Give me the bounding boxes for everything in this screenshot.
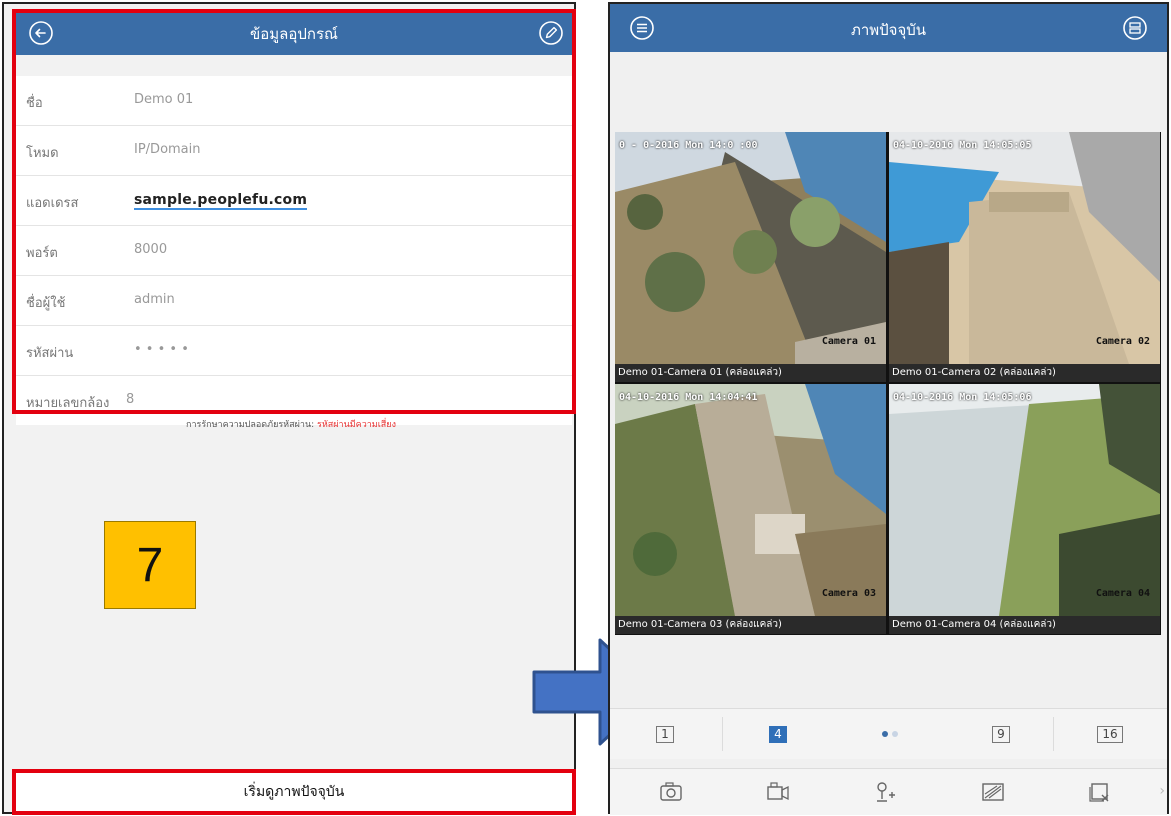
split-screen-bar: 1 4 9 16 — [610, 708, 1167, 759]
camera-overlay-label: Camera 02 — [1095, 336, 1150, 347]
chevron-right-icon[interactable]: › — [1159, 783, 1165, 799]
field-label: หมายเลขกล้อง — [26, 396, 110, 411]
camera-tile[interactable]: 04-10-2016 Mon 14:05:06 Camera 04 Demo 0… — [889, 384, 1160, 634]
camera-grid: 0 - 0-2016 Mon 14:0 :00 Camera 01 Demo 0… — [615, 132, 1161, 635]
password-strength-level: รหัสผ่านมีความเสี่ยง — [317, 420, 396, 430]
page-indicator — [835, 709, 945, 759]
camera-tile[interactable]: 04-10-2016 Mon 14:04:41 Camera 03 Demo 0… — [615, 384, 886, 634]
close-all-icon[interactable] — [1087, 779, 1113, 805]
start-live-view-button[interactable]: เริ่มดูภาพปัจจุบัน — [16, 773, 572, 811]
capture-icon[interactable] — [658, 779, 684, 805]
camera-overlay-label: Camera 03 — [821, 588, 876, 599]
password-strength-hint: การรักษาความปลอดภัยรหัสผ่าน: รหัสผ่านมีค… — [4, 417, 578, 431]
camera-feed-image — [615, 384, 886, 616]
address-field[interactable]: แอดเดรส sample.peoplefu.com — [16, 176, 572, 226]
field-value[interactable]: admin — [134, 292, 175, 307]
live-view-toolbar: › — [610, 768, 1167, 815]
camera-timestamp: 04-10-2016 Mon 14:05:06 — [893, 392, 1032, 403]
header-bar: ข้อมูลอุปกรณ์ — [16, 13, 572, 55]
address-value[interactable]: sample.peoplefu.com — [134, 192, 308, 210]
camera-tile[interactable]: 04-10-2016 Mon 14:05:05 Camera 02 Demo 0… — [889, 132, 1160, 382]
device-list-icon[interactable] — [1122, 15, 1148, 41]
live-view-screen: ภาพปัจจุบัน 0 - 0-2016 Mon 14:0 :00 Came… — [608, 2, 1169, 815]
password-hint-text: การรักษาความปลอดภัยรหัสผ่าน: — [186, 420, 315, 430]
field-value[interactable]: 8 — [126, 392, 134, 407]
split-9-button[interactable]: 9 — [946, 709, 1056, 759]
field-value[interactable]: • • • • • — [134, 342, 189, 357]
field-label: รหัสผ่าน — [26, 346, 74, 361]
camera-overlay-label: Camera 04 — [1095, 588, 1150, 599]
field-label: ชื่อ — [26, 96, 43, 111]
camera-caption: Demo 01-Camera 01 (คล่องแคล่ว) — [615, 364, 886, 382]
field-value[interactable]: 8000 — [134, 242, 167, 257]
camera-feed-image — [889, 132, 1160, 364]
split-label: 9 — [992, 725, 1010, 743]
name-field[interactable]: ชื่อ Demo 01 — [16, 76, 572, 126]
split-4-button[interactable]: 4 — [723, 709, 833, 759]
camera-timestamp: 04-10-2016 Mon 14:04:41 — [619, 392, 758, 403]
camera-timestamp: 04-10-2016 Mon 14:05:05 — [893, 140, 1032, 151]
image-quality-icon[interactable] — [980, 779, 1006, 805]
page-title: ภาพปัจจุบัน — [850, 21, 927, 39]
field-value[interactable]: IP/Domain — [134, 142, 201, 157]
camera-caption: Demo 01-Camera 04 (คล่องแคล่ว) — [889, 616, 1160, 634]
split-label: 16 — [1097, 725, 1123, 743]
split-label: 1 — [656, 725, 674, 743]
page-dot — [892, 731, 898, 737]
field-label: พอร์ต — [26, 246, 58, 261]
header-bar: ภาพปัจจุบัน — [610, 4, 1167, 52]
camera-overlay-label: Camera 01 — [821, 336, 876, 347]
field-value[interactable]: Demo 01 — [134, 92, 193, 107]
record-icon[interactable] — [765, 779, 791, 805]
port-field[interactable]: พอร์ต 8000 — [16, 226, 572, 276]
password-field[interactable]: รหัสผ่าน • • • • • — [16, 326, 572, 376]
camera-caption: Demo 01-Camera 02 (คล่องแคล่ว) — [889, 364, 1160, 382]
ptz-icon[interactable] — [872, 779, 898, 805]
field-value[interactable]: sample.peoplefu.com — [134, 192, 308, 210]
username-field[interactable]: ชื่อผู้ใช้ admin — [16, 276, 572, 326]
camera-timestamp: 0 - 0-2016 Mon 14:0 :00 — [619, 140, 758, 151]
split-1-button[interactable]: 1 — [610, 709, 720, 759]
field-label: แอดเดรส — [26, 196, 79, 211]
camera-caption: Demo 01-Camera 03 (คล่องแคล่ว) — [615, 616, 886, 634]
device-form: ชื่อ Demo 01 โหมด IP/Domain แอดเดรส samp… — [16, 76, 572, 425]
field-label: โหมด — [26, 146, 59, 161]
step-number-badge: 7 — [104, 521, 196, 609]
camera-tile[interactable]: 0 - 0-2016 Mon 14:0 :00 Camera 01 Demo 0… — [615, 132, 886, 382]
page-dot-active — [882, 731, 888, 737]
camera-feed-image — [889, 384, 1160, 616]
field-label: ชื่อผู้ใช้ — [26, 296, 66, 311]
split-label: 4 — [769, 725, 787, 743]
divider — [1053, 717, 1054, 751]
mode-field[interactable]: โหมด IP/Domain — [16, 126, 572, 176]
split-16-button[interactable]: 16 — [1055, 709, 1165, 759]
camera-feed-image — [615, 132, 886, 364]
edit-pencil-icon[interactable] — [538, 20, 564, 46]
page-title: ข้อมูลอุปกรณ์ — [250, 25, 338, 43]
device-info-screen: ข้อมูลอุปกรณ์ ชื่อ Demo 01 โหมด IP/Domai… — [2, 2, 578, 815]
